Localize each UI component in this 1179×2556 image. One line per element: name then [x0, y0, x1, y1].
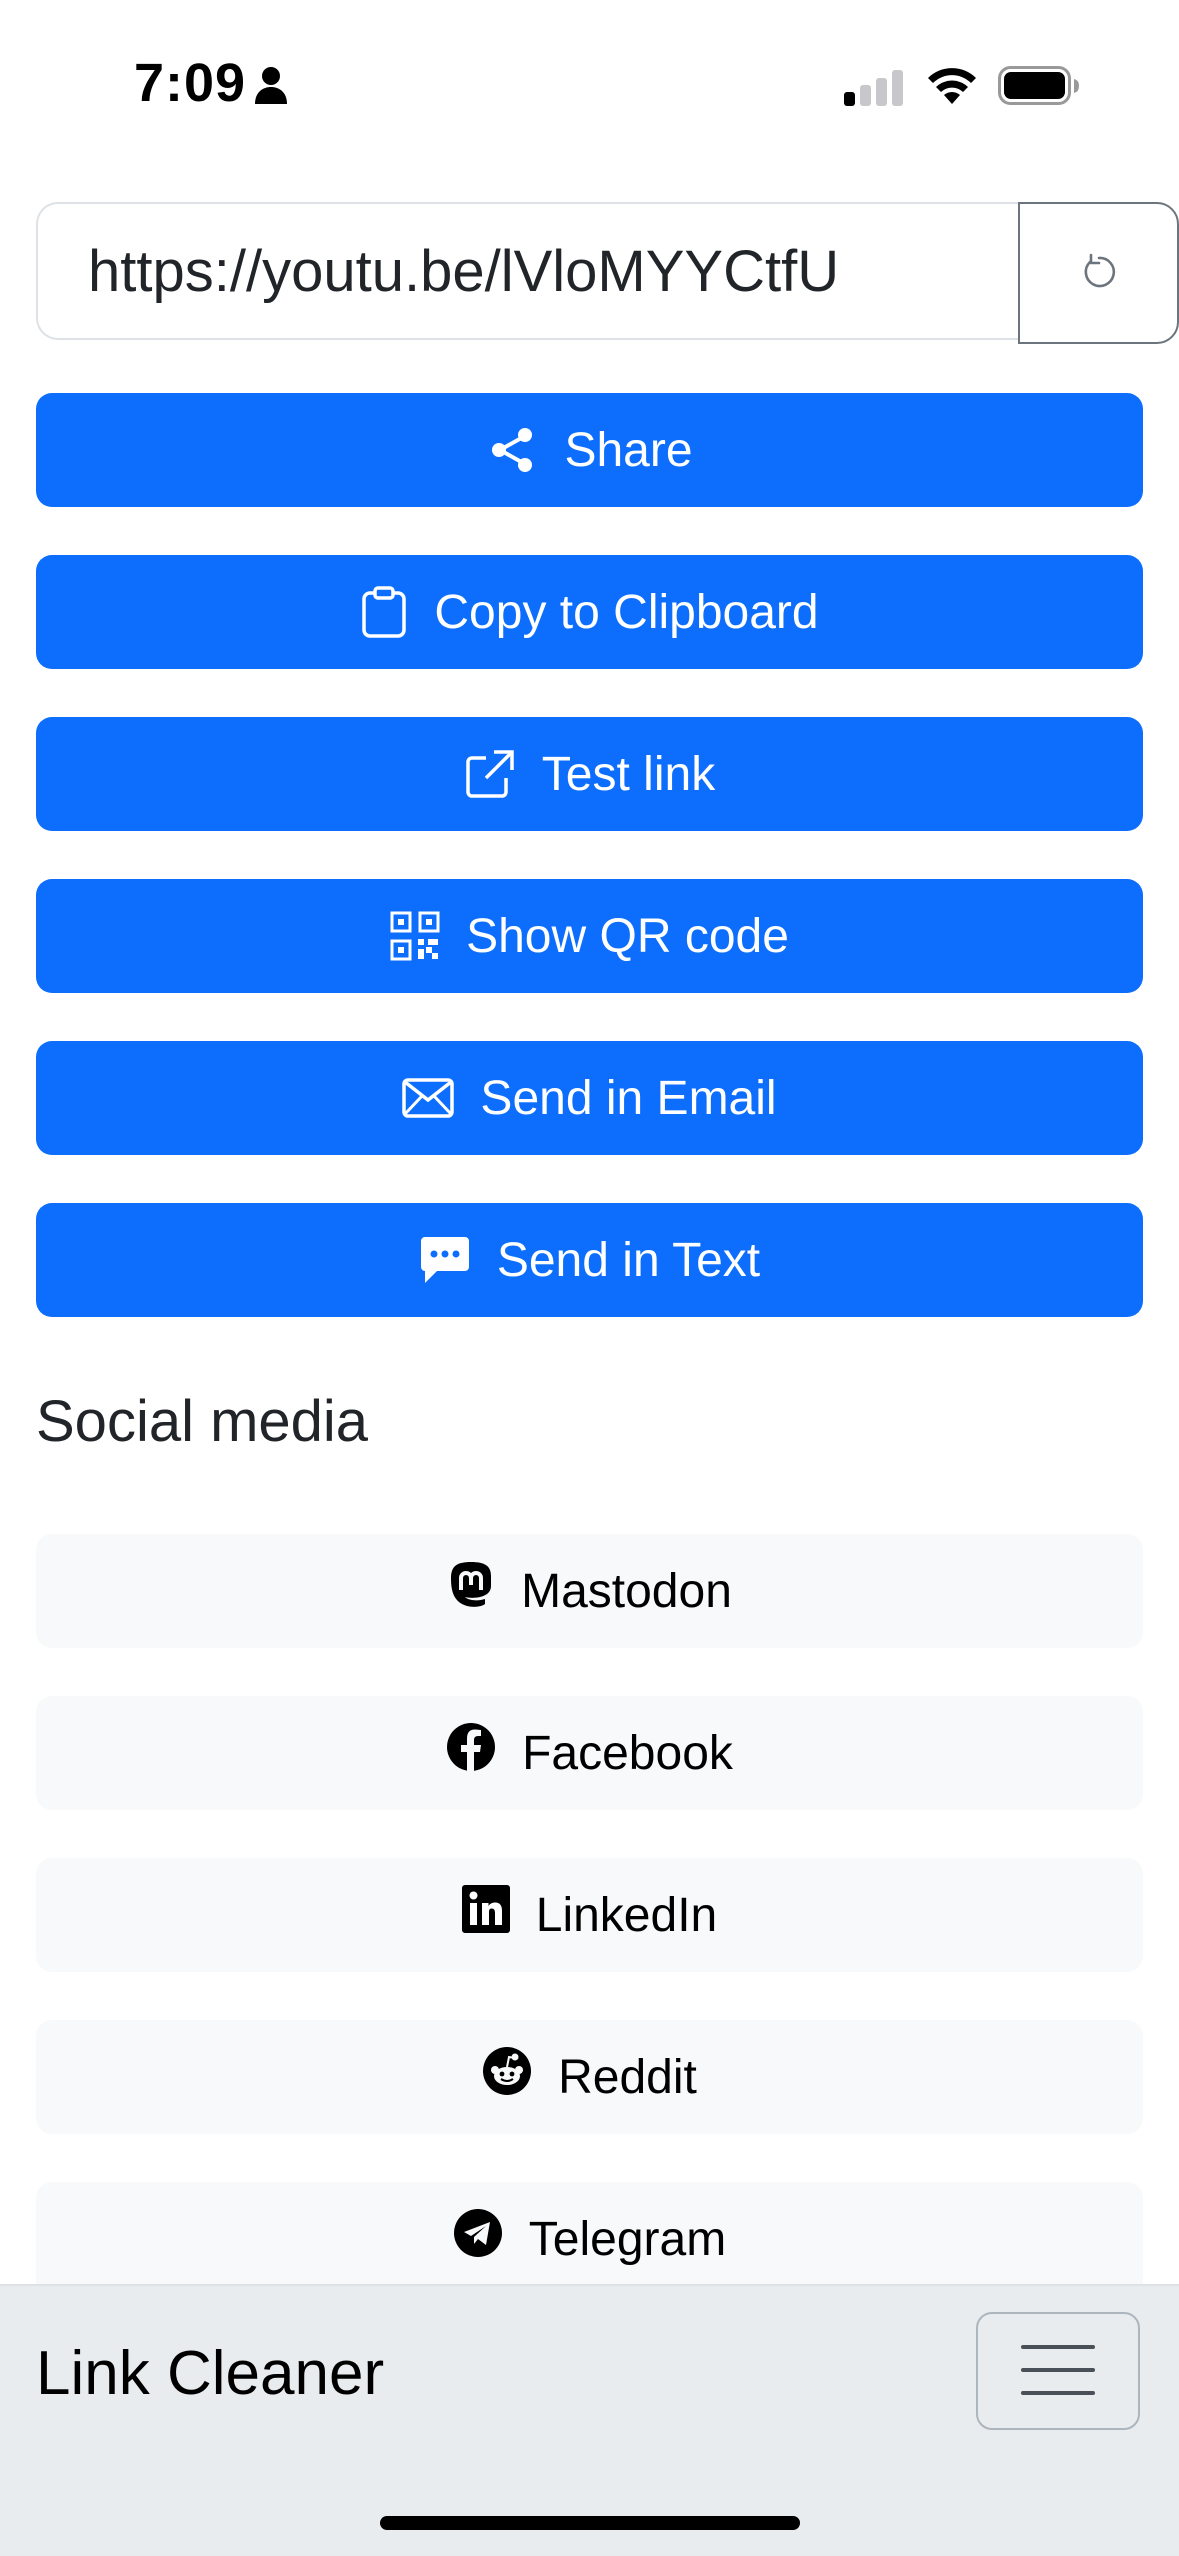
- show-qr-code-label: Show QR code: [466, 909, 789, 963]
- linkedin-icon: [461, 1885, 510, 1945]
- linkedin-button[interactable]: LinkedIn: [36, 1858, 1143, 1972]
- external-link-icon: [464, 748, 516, 800]
- reddit-label: Reddit: [558, 2050, 697, 2104]
- linkedin-label: LinkedIn: [535, 1888, 718, 1942]
- send-in-text-button[interactable]: Send in Text: [36, 1203, 1143, 1317]
- test-link-label: Test link: [541, 747, 716, 801]
- mastodon-button[interactable]: Mastodon: [36, 1534, 1143, 1648]
- copy-to-clipboard-label: Copy to Clipboard: [434, 585, 819, 639]
- copy-to-clipboard-button[interactable]: Copy to Clipboard: [36, 555, 1143, 669]
- telegram-button[interactable]: Telegram: [36, 2182, 1143, 2296]
- reddit-icon: [482, 2046, 532, 2108]
- facebook-icon: [446, 1722, 496, 1784]
- telegram-label: Telegram: [528, 2212, 727, 2266]
- clipboard-icon: [360, 586, 408, 638]
- share-button-label: Share: [564, 423, 693, 477]
- navbar-toggler-button[interactable]: [976, 2312, 1140, 2430]
- url-input[interactable]: [36, 202, 1018, 340]
- send-in-email-label: Send in Email: [480, 1071, 777, 1125]
- share-button[interactable]: Share: [36, 393, 1143, 507]
- reset-button[interactable]: [1018, 202, 1179, 344]
- mastodon-label: Mastodon: [521, 1564, 732, 1618]
- home-indicator: [380, 2516, 800, 2530]
- hamburger-menu-icon: [1021, 2342, 1095, 2401]
- person-icon: [254, 66, 288, 111]
- reddit-button[interactable]: Reddit: [36, 2020, 1143, 2134]
- status-bar: 7:09: [0, 0, 1179, 170]
- mastodon-icon: [447, 1560, 495, 1622]
- send-in-email-button[interactable]: Send in Email: [36, 1041, 1143, 1155]
- reset-icon: [1079, 252, 1119, 295]
- send-in-text-label: Send in Text: [496, 1233, 761, 1287]
- qr-code-icon: [390, 911, 440, 961]
- cellular-signal-icon: [844, 70, 906, 113]
- facebook-button[interactable]: Facebook: [36, 1696, 1143, 1810]
- navbar-brand[interactable]: Link Cleaner: [36, 2338, 384, 2409]
- wifi-icon: [925, 64, 979, 111]
- status-time: 7:09: [134, 53, 247, 113]
- battery-icon: [998, 66, 1080, 111]
- chat-dots-icon: [419, 1235, 471, 1285]
- share-icon: [486, 424, 538, 476]
- social-media-heading: Social media: [36, 1389, 369, 1454]
- envelope-icon: [402, 1078, 455, 1118]
- test-link-button[interactable]: Test link: [36, 717, 1143, 831]
- telegram-icon: [453, 2208, 503, 2270]
- show-qr-code-button[interactable]: Show QR code: [36, 879, 1143, 993]
- url-input-group: [36, 202, 1179, 344]
- facebook-label: Facebook: [522, 1726, 733, 1780]
